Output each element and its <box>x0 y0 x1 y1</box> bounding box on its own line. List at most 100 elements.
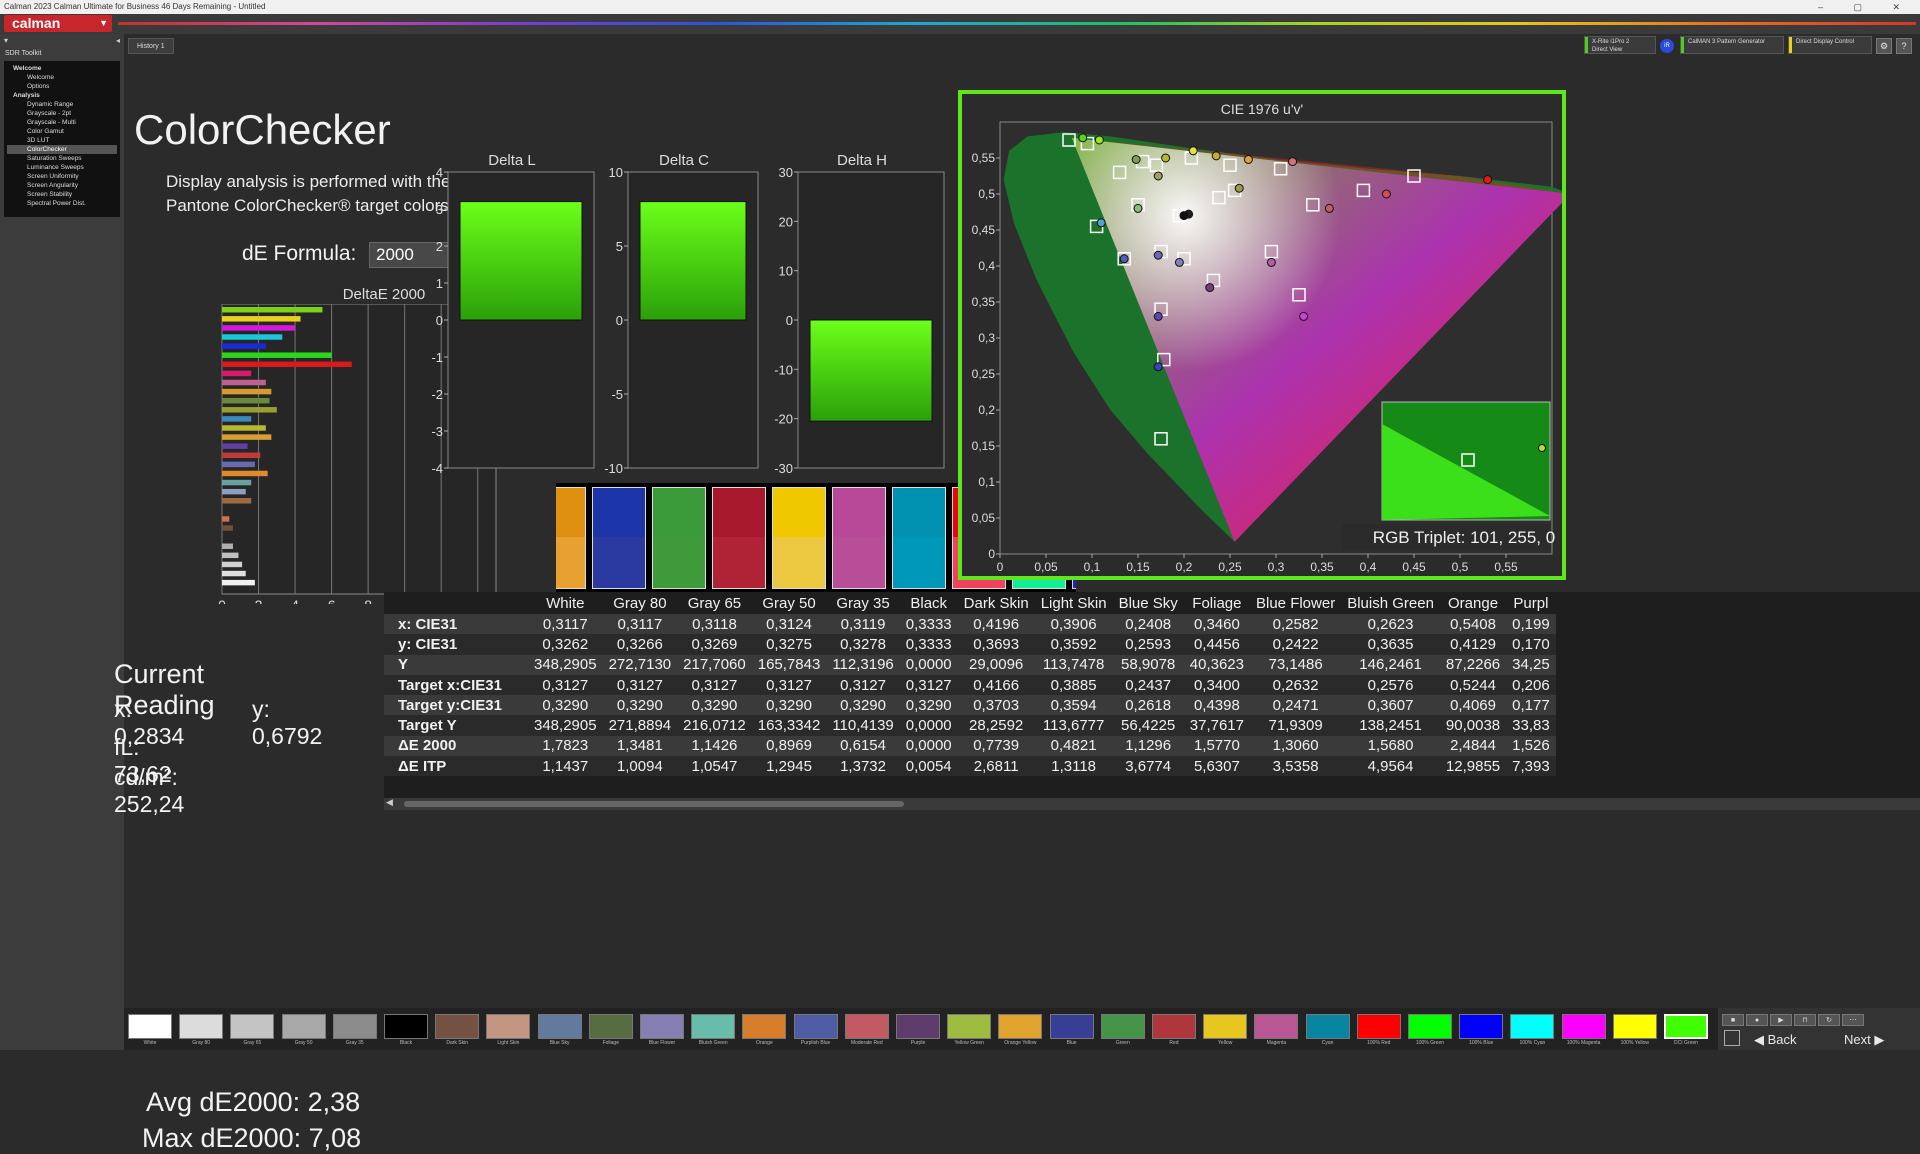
patch-chip[interactable]: 100% Yellow <box>1612 1014 1657 1050</box>
window-controls[interactable]: – ▢ ✕ <box>1818 0 1914 14</box>
patch-chip[interactable]: Gray 65 <box>230 1014 275 1050</box>
sidebar-item[interactable]: Luminance Sweeps <box>7 163 117 172</box>
patch-chip[interactable]: Dark Skin <box>435 1014 480 1050</box>
sidebar-item[interactable]: Options <box>7 82 117 91</box>
back-button[interactable]: ◀ Back <box>1754 1032 1797 1048</box>
settings-gear-icon[interactable]: ⚙ <box>1876 38 1892 54</box>
patch-chip[interactable]: Orange <box>742 1014 787 1050</box>
stop-square-icon[interactable] <box>1724 1030 1740 1046</box>
sidebar-item[interactable]: 3D LUT <box>7 136 117 145</box>
patch-label: Yellow <box>1218 1040 1233 1046</box>
patch-chip[interactable]: 100% Green <box>1408 1014 1452 1050</box>
patch-chip[interactable]: 100% Magenta <box>1561 1014 1606 1050</box>
meter-status-icon[interactable]: iR <box>1660 39 1674 53</box>
table-column-header[interactable]: Light Skin <box>1035 592 1113 614</box>
patch-chip[interactable]: Yellow <box>1203 1014 1248 1050</box>
patch-chip[interactable]: Foliage <box>588 1014 633 1050</box>
sidebar-item[interactable]: Dynamic Range <box>7 100 117 109</box>
table-column-header[interactable]: Orange <box>1440 592 1506 614</box>
patch-chip[interactable]: Blue Flower <box>640 1014 684 1050</box>
table-column-header[interactable]: Gray 35 <box>826 592 899 614</box>
patch-chip[interactable]: Light Skin <box>486 1014 531 1050</box>
patch-chip[interactable]: 100% Cyan <box>1510 1014 1555 1050</box>
table-column-header[interactable]: Foliage <box>1184 592 1250 614</box>
patch-chip[interactable]: Blue Sky <box>537 1014 582 1050</box>
table-cell: 90,0038 <box>1439 715 1507 736</box>
patch-chip[interactable]: Gray 35 <box>332 1014 377 1050</box>
sidebar-item[interactable]: Screen Stability <box>7 190 117 199</box>
table-scroll-thumb[interactable] <box>404 801 904 807</box>
table-column-header[interactable]: Dark Skin <box>958 592 1035 614</box>
patch-chip[interactable]: Gray 50 <box>281 1014 326 1050</box>
patch-chip[interactable]: Purplish Blue <box>793 1014 838 1050</box>
table-cell: 0,2471 <box>1250 695 1342 716</box>
display-control-selector[interactable]: Direct Display Control <box>1788 36 1872 54</box>
sidebar-item[interactable]: Grayscale - Multi <box>7 118 117 127</box>
sidebar-item[interactable]: Screen Angularity <box>7 181 117 190</box>
patch-chip[interactable]: Gray 80 <box>179 1014 224 1050</box>
sidebar-item[interactable]: Screen Uniformity <box>7 172 117 181</box>
patch-chip[interactable]: 100% Blue <box>1459 1014 1504 1050</box>
patch-label: Green <box>1115 1040 1130 1046</box>
table-cell: 56,4225 <box>1112 715 1184 736</box>
help-icon[interactable]: ? <box>1896 38 1912 54</box>
sidebar-item[interactable]: Grayscale - 2pt <box>7 109 117 118</box>
patch-swatch <box>1408 1014 1452 1039</box>
tab-history[interactable]: History 1 <box>128 38 174 54</box>
deltae-bar <box>222 479 252 486</box>
stop-icon[interactable]: ■ <box>1722 1014 1744 1026</box>
table-column-header[interactable]: Gray 50 <box>752 592 827 614</box>
collapse-arrow-icon[interactable]: ◂ <box>116 36 120 45</box>
patch-chip[interactable]: Bluish Green <box>691 1014 736 1050</box>
patch-chip[interactable]: Blue <box>1049 1014 1094 1050</box>
sidebar-item[interactable]: ColorChecker <box>7 145 117 154</box>
patch-chip[interactable]: Purple <box>896 1014 940 1050</box>
patch-chip[interactable]: White <box>128 1014 172 1050</box>
table-cell: 0,0054 <box>899 756 958 777</box>
table-cell: 0,3400 <box>1183 674 1250 696</box>
table-column-header[interactable]: Gray 65 <box>677 592 752 614</box>
table-column-header[interactable]: Gray 80 <box>603 592 678 614</box>
patch-chip[interactable]: Orange Yellow <box>998 1014 1043 1050</box>
table-column-header[interactable]: Bluish Green <box>1341 592 1440 614</box>
sidebar-item[interactable]: Color Gamut <box>7 127 117 136</box>
patch-chip[interactable]: Black <box>384 1014 428 1050</box>
sidebar-item[interactable]: Welcome <box>7 64 117 73</box>
patch-chip[interactable]: Red <box>1152 1014 1196 1050</box>
table-column-header[interactable]: Purpl <box>1506 592 1556 614</box>
tab-row: History 1 X-Rite i1Pro 2 Direct View iR … <box>124 34 1920 56</box>
patch-chip[interactable]: Magenta <box>1254 1014 1299 1050</box>
meter-selector[interactable]: X-Rite i1Pro 2 Direct View <box>1584 36 1656 54</box>
workflow-tree[interactable]: Welcome Welcome Options Analysis Dynamic Ran… <box>4 61 120 217</box>
play-icon[interactable]: ▶ <box>1770 1014 1792 1026</box>
pattern-generator-selector[interactable]: CalMAN 3 Pattern Generator <box>1680 36 1784 54</box>
patch-chip[interactable]: Green <box>1100 1014 1145 1050</box>
patch-chip[interactable]: 100% Red <box>1356 1014 1401 1050</box>
options-icon[interactable]: ⋯ <box>1842 1014 1864 1026</box>
patch-chip[interactable]: Cyan <box>1305 1014 1350 1050</box>
y-readout: y: 0,6792 <box>252 696 323 749</box>
record-icon[interactable]: ● <box>1746 1014 1768 1026</box>
table-column-header[interactable]: Blue Flower <box>1250 592 1341 614</box>
patch-chip[interactable]: Yellow Green <box>947 1014 992 1050</box>
lock-icon[interactable]: ⊓ <box>1794 1014 1816 1026</box>
next-button[interactable]: Next ▶ <box>1844 1032 1884 1048</box>
table-cell: 0,3117 <box>528 614 603 635</box>
delta-tick-label: 2 <box>436 239 443 254</box>
patch-chip[interactable]: DCI Green <box>1664 1014 1708 1050</box>
sidebar-item[interactable]: Welcome <box>7 73 117 82</box>
sidebar-item[interactable]: Spectral Power Dist. <box>7 199 117 208</box>
patch-chip[interactable]: Moderate Red <box>844 1014 889 1050</box>
table-column-header[interactable]: White <box>528 592 603 614</box>
table-column-header[interactable]: Blue Sky <box>1113 592 1184 614</box>
table-cell: 1,7823 <box>528 735 603 757</box>
sidebar-item[interactable]: Analysis <box>7 91 117 100</box>
calman-logo-button[interactable]: calman ▼ <box>4 15 112 32</box>
scroll-left-icon[interactable]: ◀ <box>386 797 393 808</box>
gear-icon[interactable]: ▾ <box>4 36 8 45</box>
main-workspace: ColorChecker Display analysis is perform… <box>114 56 1920 1153</box>
sidebar-item[interactable]: Saturation Sweeps <box>7 154 117 163</box>
table-column-header[interactable]: Black <box>900 592 958 614</box>
table-scrollbar[interactable]: ◀ <box>384 797 1920 810</box>
loop-icon[interactable]: ↻ <box>1818 1014 1840 1026</box>
